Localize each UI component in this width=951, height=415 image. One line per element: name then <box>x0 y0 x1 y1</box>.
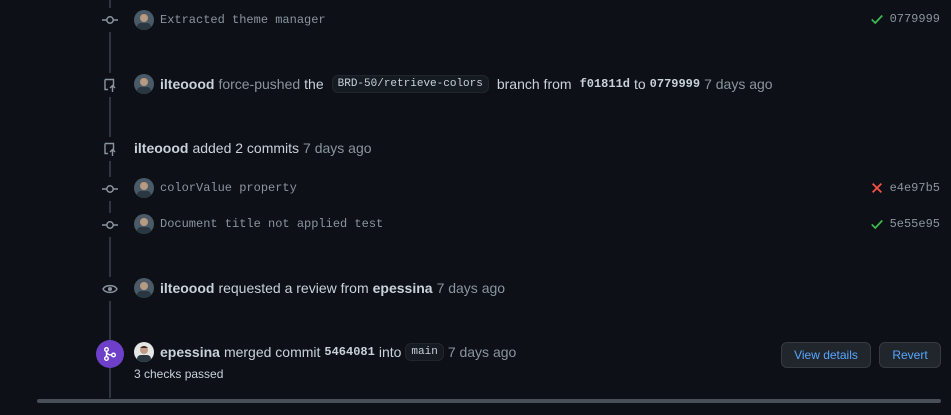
to-sha-link[interactable]: 0779999 <box>650 77 700 91</box>
commit-status: 5e55e95 <box>870 217 940 231</box>
event-text: to <box>633 76 646 92</box>
check-icon[interactable] <box>870 217 884 231</box>
avatar[interactable] <box>134 74 154 94</box>
added-commits-event: ilteoood added 2 commits 7 days ago <box>134 138 372 158</box>
event-action: added 2 commits <box>192 140 300 156</box>
horizontal-scrollbar[interactable] <box>37 399 941 403</box>
author-link[interactable]: ilteoood <box>134 140 188 156</box>
commit-message[interactable]: colorValue property <box>160 181 297 195</box>
event-action: merged commit <box>223 344 321 360</box>
commit-item: Document title not applied test <box>134 214 383 234</box>
eye-icon <box>98 277 122 301</box>
revert-button[interactable]: Revert <box>879 342 941 368</box>
author-link[interactable]: epessina <box>160 344 220 360</box>
avatar[interactable] <box>134 10 154 30</box>
review-request-event: ilteoood requested a review from epessin… <box>134 278 505 298</box>
event-time[interactable]: 7 days ago <box>303 140 372 156</box>
event-text: the <box>304 76 324 92</box>
branch-label[interactable]: main <box>405 343 444 361</box>
commit-item: Extracted theme manager <box>134 10 326 30</box>
commit-status: e4e97b5 <box>870 181 940 195</box>
x-icon[interactable] <box>870 181 884 195</box>
merge-sha-link[interactable]: 5464081 <box>324 345 374 359</box>
view-details-button[interactable]: View details <box>781 342 871 368</box>
force-push-event: ilteoood force-pushed the BRD-50/retriev… <box>134 74 773 94</box>
commit-message[interactable]: Document title not applied test <box>160 217 383 231</box>
event-time[interactable]: 7 days ago <box>448 344 517 360</box>
commit-sha[interactable]: 5e55e95 <box>890 217 940 231</box>
repo-push-icon <box>98 73 122 97</box>
event-time[interactable]: 7 days ago <box>704 76 773 92</box>
avatar[interactable] <box>134 178 154 198</box>
event-text: into <box>378 344 402 360</box>
author-link[interactable]: ilteoood <box>160 76 214 92</box>
event-time[interactable]: 7 days ago <box>437 280 506 296</box>
git-commit-icon <box>98 213 122 237</box>
commit-message[interactable]: Extracted theme manager <box>160 13 326 27</box>
checks-status: 3 checks passed <box>134 367 224 381</box>
from-sha-link[interactable]: f01811d <box>580 77 630 91</box>
branch-label[interactable]: BRD-50/retrieve-colors <box>331 75 489 93</box>
git-commit-icon <box>98 8 122 32</box>
commit-sha[interactable]: 0779999 <box>890 12 940 26</box>
avatar[interactable] <box>134 342 154 362</box>
reviewer-link[interactable]: epessina <box>373 280 433 296</box>
event-text: branch from <box>496 76 572 92</box>
event-action: force-pushed <box>218 76 301 92</box>
commit-item: colorValue property <box>134 178 297 198</box>
check-icon[interactable] <box>870 12 884 26</box>
merge-event: epessina merged commit 5464081 into main… <box>134 342 516 362</box>
commit-sha[interactable]: e4e97b5 <box>890 181 940 195</box>
avatar[interactable] <box>134 214 154 234</box>
git-commit-icon <box>98 177 122 201</box>
git-merge-icon <box>96 340 124 368</box>
avatar[interactable] <box>134 278 154 298</box>
commit-status: 0779999 <box>870 12 940 26</box>
repo-push-icon <box>98 137 122 161</box>
author-link[interactable]: ilteoood <box>160 280 214 296</box>
event-action: requested a review from <box>218 280 369 296</box>
